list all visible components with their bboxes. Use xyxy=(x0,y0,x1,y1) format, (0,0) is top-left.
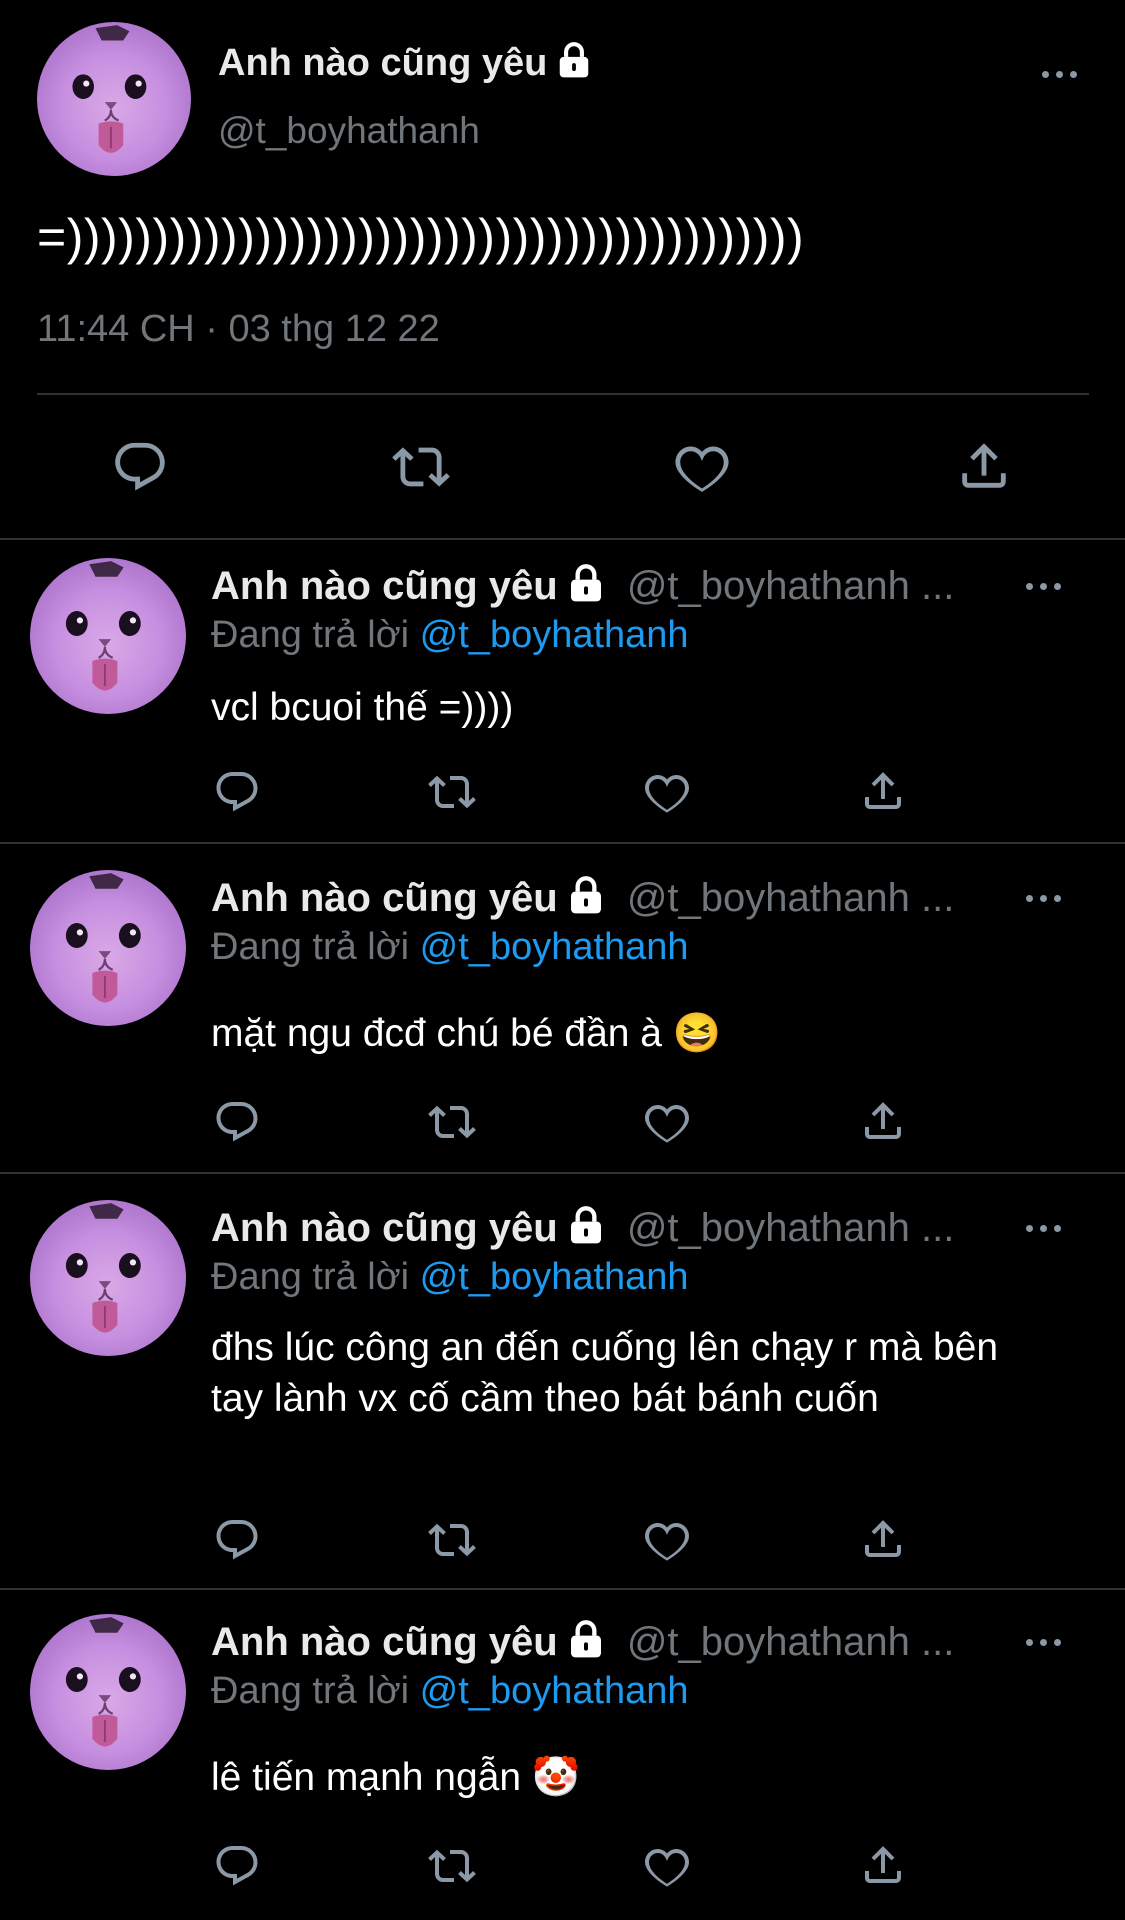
user-handle[interactable]: @t_boyhathanh ... xyxy=(627,1620,955,1664)
replying-to-label: Đang trả lời xyxy=(211,614,410,656)
display-name[interactable]: Anh nào cũng yêu xyxy=(211,564,558,608)
retweet-icon xyxy=(424,768,480,816)
reply-icon xyxy=(213,1516,261,1564)
cat-avatar-image xyxy=(37,22,191,176)
retweet-icon xyxy=(388,438,454,496)
share-button[interactable] xyxy=(955,436,1013,496)
replying-to-label: Đang trả lời xyxy=(211,1670,410,1712)
avatar[interactable] xyxy=(37,22,191,176)
share-icon xyxy=(859,1096,907,1146)
retweet-icon xyxy=(424,1098,480,1146)
reply-icon xyxy=(213,1842,261,1890)
like-icon xyxy=(672,438,732,496)
retweet-button[interactable] xyxy=(424,768,480,816)
like-icon xyxy=(643,1098,691,1146)
user-handle[interactable]: @t_boyhathanh xyxy=(218,110,480,152)
more-icon[interactable] xyxy=(1026,1222,1066,1234)
reply-header: Anh nào cũng yêu @t_boyhathanh ... xyxy=(211,876,954,921)
lock-icon xyxy=(555,41,593,79)
display-name[interactable]: Anh nào cũng yêu xyxy=(218,42,593,85)
retweet-button[interactable] xyxy=(388,438,454,496)
reply-button[interactable] xyxy=(213,1842,261,1890)
like-icon xyxy=(643,1516,691,1564)
display-name[interactable]: Anh nào cũng yêu xyxy=(211,1620,558,1664)
lock-icon xyxy=(566,563,606,603)
replying-to-link[interactable]: @t_boyhathanh xyxy=(420,1256,689,1298)
replying-to: Đang trả lời @t_boyhathanh xyxy=(211,614,689,657)
user-handle[interactable]: @t_boyhathanh ... xyxy=(627,564,955,608)
reply-button[interactable] xyxy=(213,1098,261,1146)
reply-icon xyxy=(213,768,261,816)
reply-button[interactable] xyxy=(213,1516,261,1564)
share-button[interactable] xyxy=(859,1514,907,1564)
reply-text: vcl bcuoi thế =)))) xyxy=(211,686,514,729)
share-button[interactable] xyxy=(859,766,907,816)
reply-header: Anh nào cũng yêu @t_boyhathanh ... xyxy=(211,564,954,609)
reply-icon xyxy=(213,1098,261,1146)
replying-to-link[interactable]: @t_boyhathanh xyxy=(420,614,689,656)
retweet-button[interactable] xyxy=(424,1516,480,1564)
replying-to-label: Đang trả lời xyxy=(211,1256,410,1298)
more-icon[interactable] xyxy=(1042,68,1082,80)
like-icon xyxy=(643,1842,691,1890)
share-icon xyxy=(859,1514,907,1564)
reply-tweet[interactable]: Anh nào cũng yêu @t_boyhathanh ... Đang … xyxy=(0,1590,1125,1920)
reply-button[interactable] xyxy=(213,768,261,816)
more-icon[interactable] xyxy=(1026,580,1066,592)
reply-button[interactable] xyxy=(111,438,169,496)
replying-to: Đang trả lời @t_boyhathanh xyxy=(211,926,689,969)
like-button[interactable] xyxy=(643,1516,691,1564)
like-icon xyxy=(643,768,691,816)
reply-header: Anh nào cũng yêu @t_boyhathanh ... xyxy=(211,1206,954,1251)
tweet-text: =)))))))))))))))))))))))))))))))))))))))… xyxy=(37,209,805,265)
like-button[interactable] xyxy=(643,768,691,816)
reply-text: lê tiến mạnh ngẫn 🤡 xyxy=(211,1756,581,1799)
avatar[interactable] xyxy=(30,870,186,1026)
avatar[interactable] xyxy=(30,1614,186,1770)
tweet-timestamp[interactable]: 11:44 CH · 03 thg 12 22 xyxy=(37,308,440,351)
reply-tweet[interactable]: Anh nào cũng yêu @t_boyhathanh ... Đang … xyxy=(0,1174,1125,1588)
replying-to-label: Đang trả lời xyxy=(211,926,410,968)
user-handle[interactable]: @t_boyhathanh ... xyxy=(627,876,955,920)
like-button[interactable] xyxy=(672,438,732,496)
more-icon[interactable] xyxy=(1026,892,1066,904)
display-name[interactable]: Anh nào cũng yêu xyxy=(211,876,558,920)
user-handle[interactable]: @t_boyhathanh ... xyxy=(627,1206,955,1250)
avatar[interactable] xyxy=(30,1200,186,1356)
retweet-icon xyxy=(424,1842,480,1890)
display-name-text: Anh nào cũng yêu xyxy=(218,42,548,84)
replying-to: Đang trả lời @t_boyhathanh xyxy=(211,1256,689,1299)
cat-avatar-image xyxy=(30,870,186,1026)
cat-avatar-image xyxy=(30,1200,186,1356)
replying-to-link[interactable]: @t_boyhathanh xyxy=(420,926,689,968)
lock-icon xyxy=(566,1619,606,1659)
share-icon xyxy=(859,1840,907,1890)
cat-avatar-image xyxy=(30,1614,186,1770)
share-icon xyxy=(955,436,1013,496)
reply-header: Anh nào cũng yêu @t_boyhathanh ... xyxy=(211,1620,954,1665)
reply-text: đhs lúc công an đến cuống lên chạy r mà … xyxy=(211,1326,999,1420)
replying-to-link[interactable]: @t_boyhathanh xyxy=(420,1670,689,1712)
like-button[interactable] xyxy=(643,1098,691,1146)
display-name[interactable]: Anh nào cũng yêu xyxy=(211,1206,558,1250)
retweet-button[interactable] xyxy=(424,1842,480,1890)
more-icon[interactable] xyxy=(1026,1636,1066,1648)
divider xyxy=(37,393,1089,395)
replying-to: Đang trả lời @t_boyhathanh xyxy=(211,1670,689,1713)
retweet-button[interactable] xyxy=(424,1098,480,1146)
reply-icon xyxy=(111,438,169,496)
reply-tweet[interactable]: Anh nào cũng yêu @t_boyhathanh ... Đang … xyxy=(0,540,1125,842)
share-button[interactable] xyxy=(859,1840,907,1890)
lock-icon xyxy=(566,875,606,915)
reply-tweet[interactable]: Anh nào cũng yêu @t_boyhathanh ... Đang … xyxy=(0,844,1125,1172)
share-button[interactable] xyxy=(859,1096,907,1146)
avatar[interactable] xyxy=(30,558,186,714)
lock-icon xyxy=(566,1205,606,1245)
reply-text: mặt ngu đcđ chú bé đần à 😆 xyxy=(211,1012,722,1055)
cat-avatar-image xyxy=(30,558,186,714)
like-button[interactable] xyxy=(643,1842,691,1890)
share-icon xyxy=(859,766,907,816)
retweet-icon xyxy=(424,1516,480,1564)
